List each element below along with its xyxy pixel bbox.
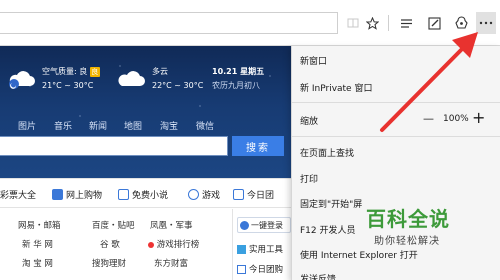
watermark-subtitle: 助你轻松解决	[374, 236, 440, 247]
baike-watermark: 百科全说 助你轻松解决	[360, 203, 468, 259]
watermark-title: 百科全说	[366, 207, 450, 231]
